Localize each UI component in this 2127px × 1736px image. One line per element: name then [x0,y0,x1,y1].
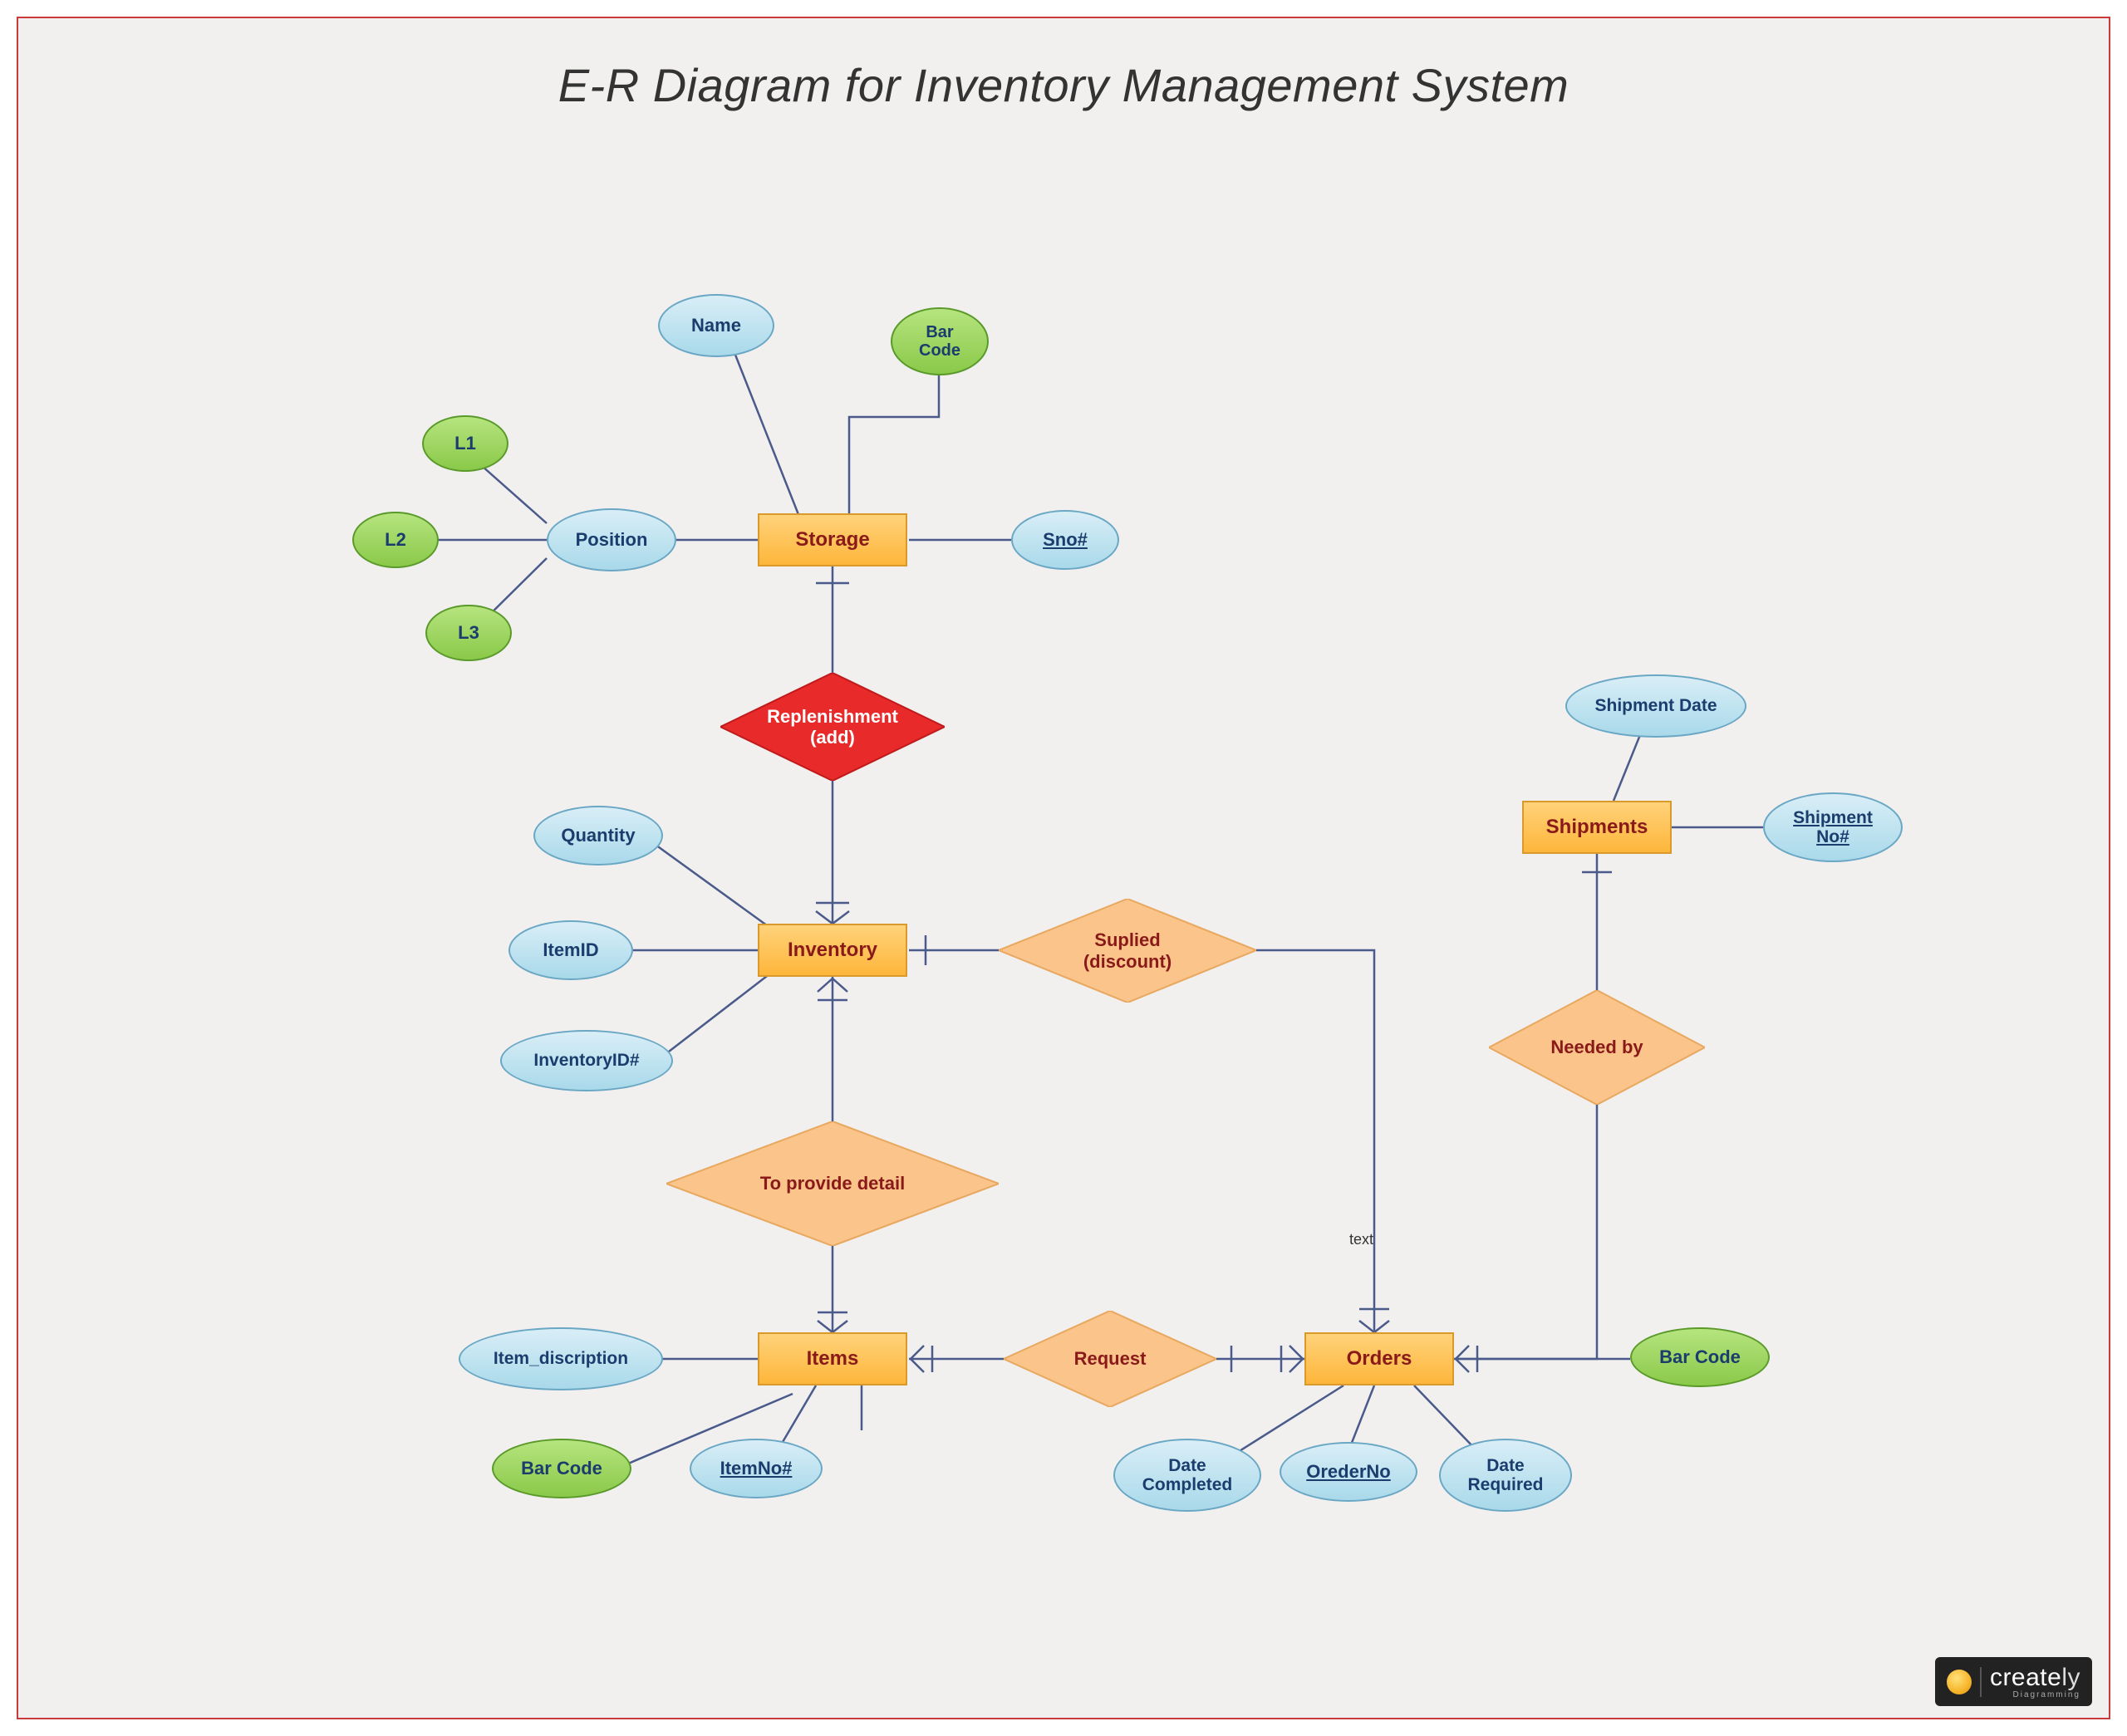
rel-supplied: Suplied(discount) [999,899,1256,1003]
attr-l2: L2 [352,512,439,568]
attr-storage-barcode: BarCode [891,307,989,375]
attr-shipmentno: ShipmentNo# [1763,792,1903,862]
attr-orders-barcode: Bar Code [1630,1327,1770,1387]
rel-neededby: Needed by [1489,990,1705,1105]
attr-sno: Sno# [1011,510,1119,570]
entity-inventory: Inventory [758,924,907,977]
attr-orderno: OrederNo [1280,1442,1417,1502]
attr-shipmentdate: Shipment Date [1565,674,1746,738]
edge-label-text: text [1349,1231,1373,1248]
entity-items: Items [758,1332,907,1385]
attr-quantity: Quantity [533,806,663,866]
diagram-frame: E-R Diagram for Inventory Management Sys… [17,17,2110,1719]
attr-itemdesc: Item_discription [459,1327,663,1390]
attr-itemno: ItemNo# [690,1439,823,1498]
attr-name: Name [658,294,774,357]
rel-toprovide: To provide detail [666,1121,999,1246]
rel-request: Request [1004,1311,1216,1407]
attr-datecompleted: DateCompleted [1113,1439,1261,1512]
bulb-icon [1947,1670,1972,1694]
diagram-title: E-R Diagram for Inventory Management Sys… [558,58,1569,112]
entity-orders: Orders [1304,1332,1454,1385]
creately-watermark: creately Diagramming [1935,1657,2092,1706]
entity-shipments: Shipments [1522,801,1672,854]
attr-daterequired: DateRequired [1439,1439,1572,1512]
rel-replenishment: Replenishment(add) [720,673,945,781]
attr-itemid: ItemID [508,920,633,980]
connectors [18,18,2112,1721]
attr-l3: L3 [425,605,512,661]
entity-storage: Storage [758,513,907,566]
attr-items-barcode: Bar Code [492,1439,631,1498]
attr-l1: L1 [422,415,508,472]
attr-inventoryid: InventoryID# [500,1030,673,1091]
attr-position: Position [547,508,676,571]
